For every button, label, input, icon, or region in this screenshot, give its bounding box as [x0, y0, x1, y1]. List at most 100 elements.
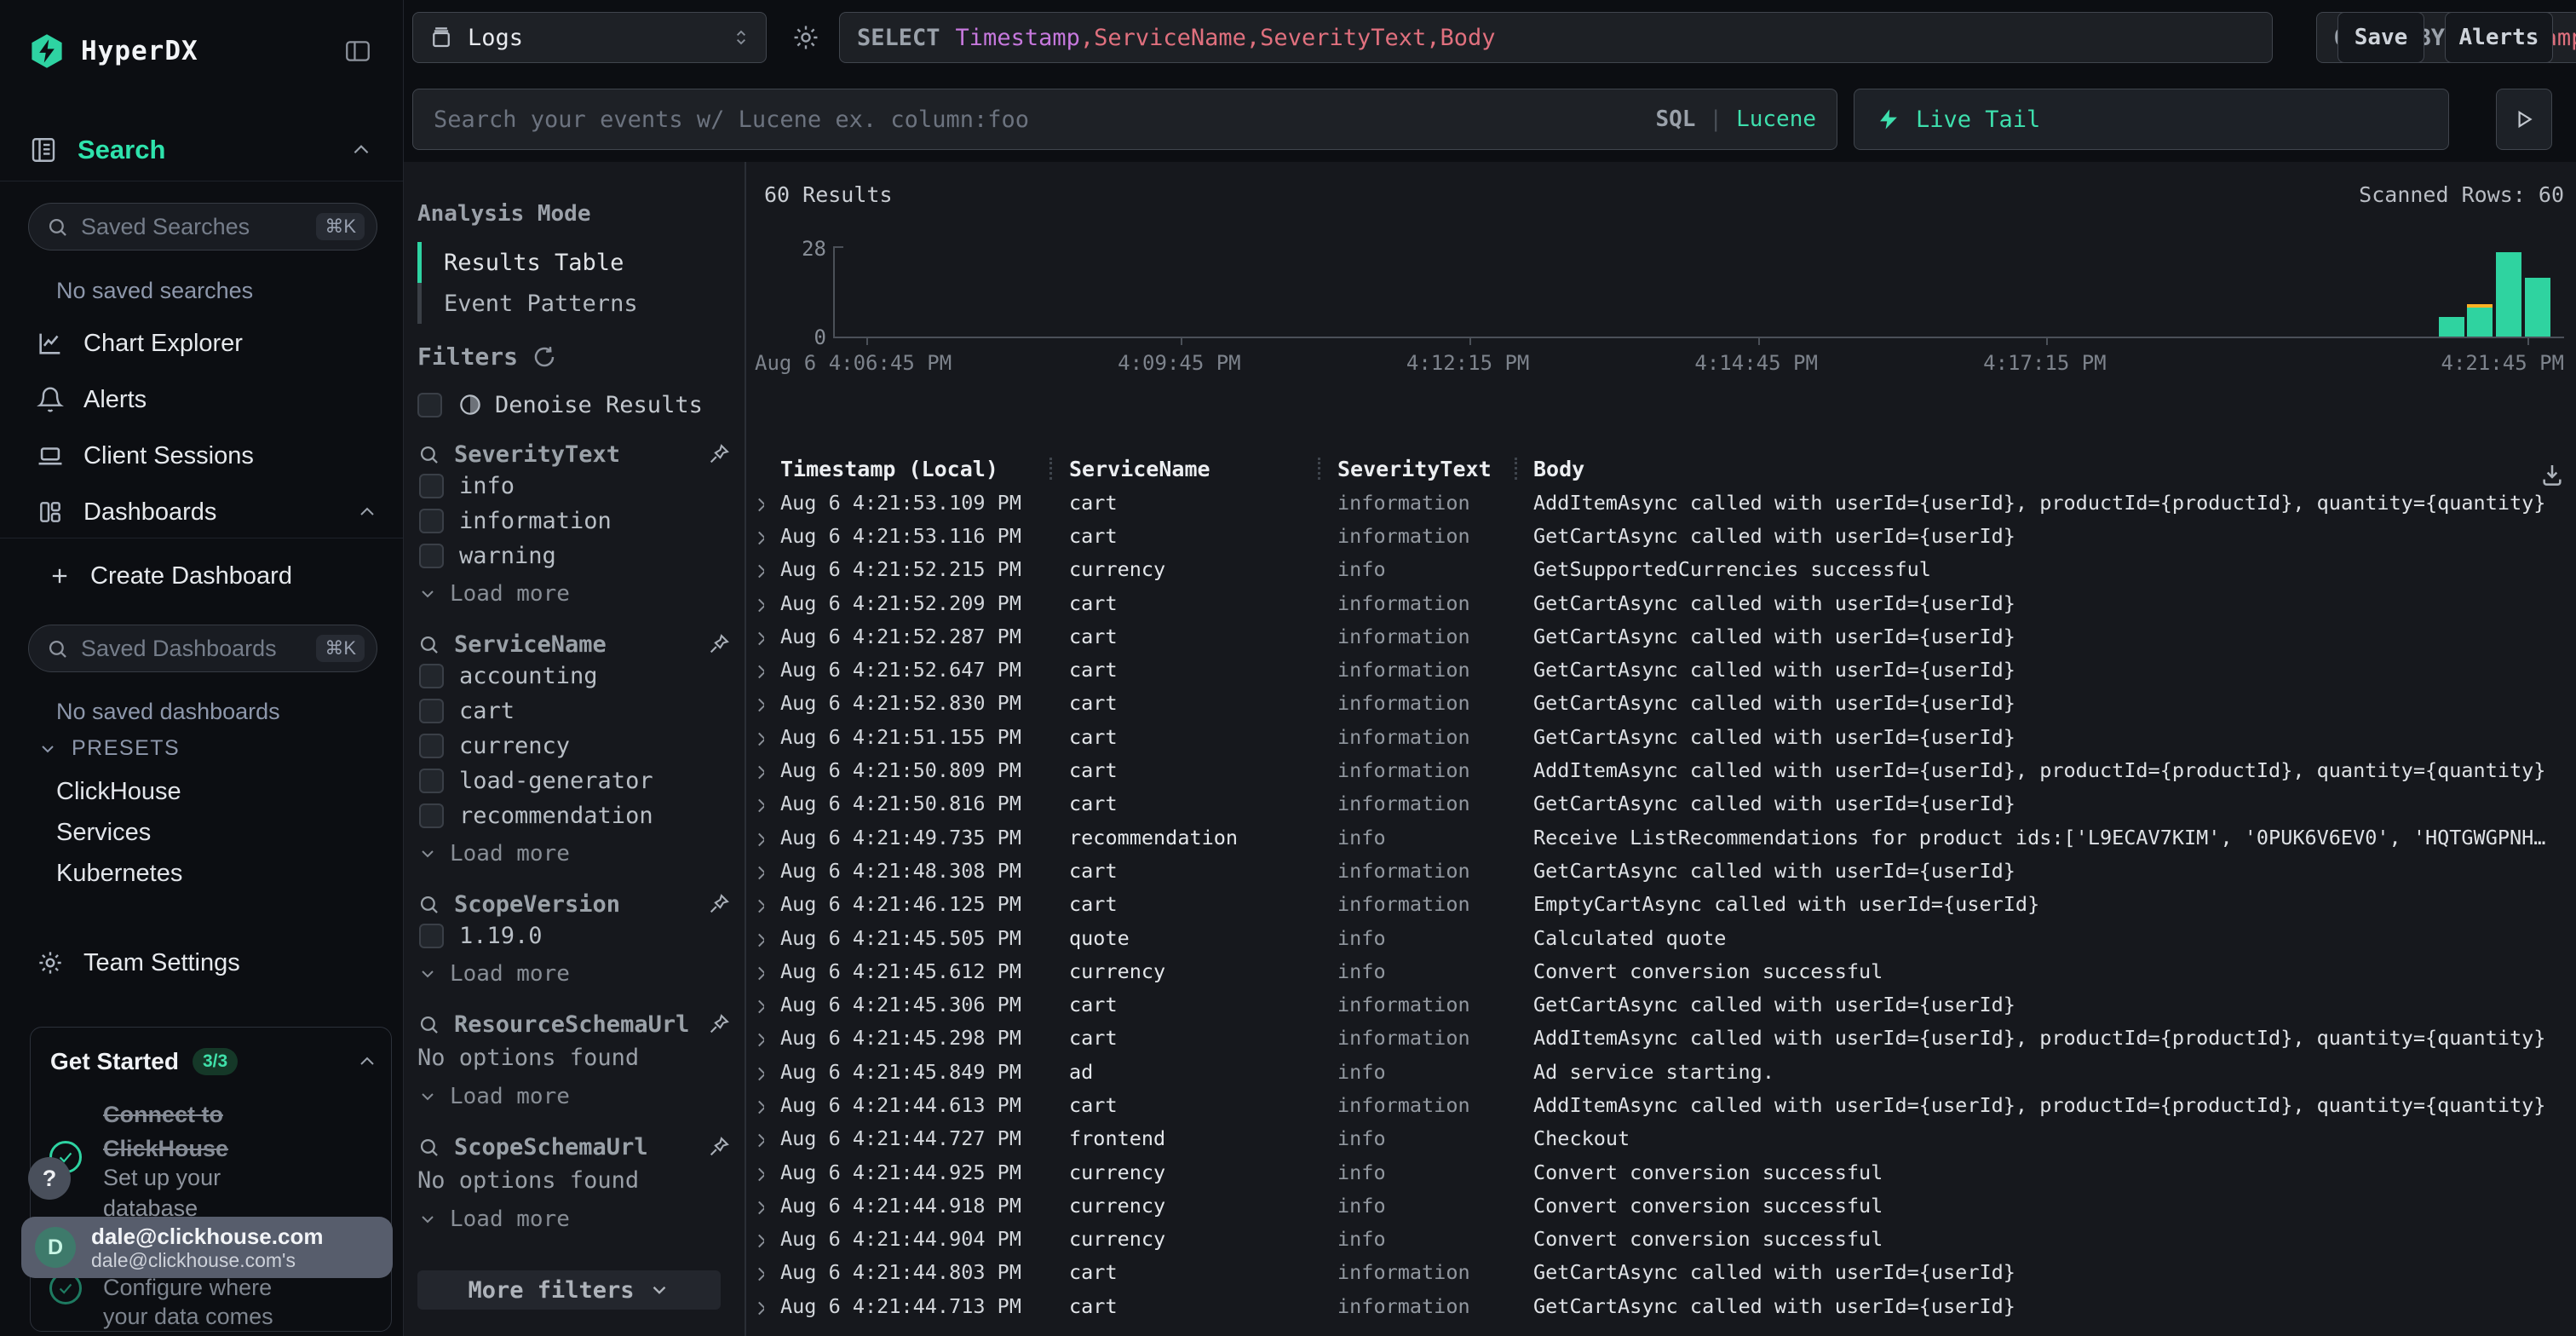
chevron-up-icon[interactable] — [357, 1051, 377, 1072]
run-query-button[interactable] — [2496, 89, 2552, 150]
pin-icon[interactable] — [707, 632, 731, 656]
filter-option[interactable]: 1.19.0 — [417, 918, 731, 953]
table-row[interactable]: Aug 6 4:21:45.306 PMcartinformationGetCa… — [746, 988, 2576, 1021]
table-row[interactable]: Aug 6 4:21:52.209 PMcartinformationGetCa… — [746, 586, 2576, 619]
table-row[interactable]: Aug 6 4:21:50.809 PMcartinformationAddIt… — [746, 753, 2576, 786]
preset-item-clickhouse[interactable]: ClickHouse — [56, 777, 181, 806]
row-expander-icon[interactable] — [755, 1294, 764, 1318]
table-row[interactable]: Aug 6 4:21:45.612 PMcurrencyinfoConvert … — [746, 954, 2576, 988]
row-expander-icon[interactable] — [755, 892, 764, 916]
table-row[interactable]: Aug 6 4:21:53.116 PMcartinformationGetCa… — [746, 519, 2576, 552]
row-expander-icon[interactable] — [755, 725, 764, 749]
checkbox[interactable] — [419, 509, 444, 533]
row-expander-icon[interactable] — [755, 524, 764, 548]
row-expander-icon[interactable] — [755, 557, 764, 581]
column-resize-handle[interactable] — [1515, 458, 1517, 480]
denoise-results-option[interactable]: Denoise Results — [417, 389, 731, 421]
pin-icon[interactable] — [707, 1012, 731, 1036]
row-expander-icon[interactable] — [755, 1126, 764, 1150]
checkbox[interactable] — [419, 474, 444, 498]
row-expander-icon[interactable] — [755, 1160, 764, 1184]
row-expander-icon[interactable] — [755, 993, 764, 1016]
checkbox[interactable] — [419, 734, 444, 758]
checkbox[interactable] — [419, 664, 444, 688]
table-row[interactable]: Aug 6 4:21:44.727 PMfrontendinfoCheckout — [746, 1122, 2576, 1155]
table-row[interactable]: Aug 6 4:21:45.849 PMadinfoAd service sta… — [746, 1055, 2576, 1088]
filter-group-header[interactable]: SeverityText — [417, 440, 731, 469]
table-row[interactable]: Aug 6 4:21:44.713 PMcartinformationGetCa… — [746, 1289, 2576, 1322]
refresh-icon[interactable] — [532, 344, 557, 370]
checkbox[interactable] — [419, 803, 444, 828]
filter-option[interactable]: accounting — [417, 659, 731, 694]
row-expander-icon[interactable] — [755, 792, 764, 815]
more-filters-button[interactable]: More filters — [417, 1270, 721, 1310]
sql-toggle[interactable]: SQL — [1655, 107, 1695, 132]
collapse-sidebar-icon[interactable] — [343, 37, 372, 66]
row-expander-icon[interactable] — [755, 1227, 764, 1251]
row-expander-icon[interactable] — [755, 926, 764, 950]
checkbox[interactable] — [419, 924, 444, 948]
table-row[interactable]: Aug 6 4:21:52.215 PMcurrencyinfoGetSuppo… — [746, 553, 2576, 586]
row-expander-icon[interactable] — [755, 491, 764, 515]
table-row[interactable]: Aug 6 4:21:51.155 PMcartinformationGetCa… — [746, 720, 2576, 753]
row-expander-icon[interactable] — [755, 691, 764, 715]
sidebar-item-alerts[interactable]: Alerts — [36, 381, 377, 418]
saved-dashboards-input[interactable]: Saved Dashboards ⌘K — [28, 625, 377, 672]
presets-toggle[interactable]: PRESETS — [37, 736, 180, 761]
checkbox[interactable] — [417, 393, 442, 418]
lucene-toggle[interactable]: Lucene — [1736, 107, 1816, 132]
checkbox[interactable] — [419, 544, 444, 568]
filter-group-header[interactable]: ResourceSchemaUrl — [417, 1010, 731, 1039]
preset-item-services[interactable]: Services — [56, 818, 151, 847]
column-resize-handle[interactable] — [1318, 458, 1320, 480]
checkbox[interactable] — [419, 699, 444, 723]
table-row[interactable]: Aug 6 4:21:45.298 PMcartinformationAddIt… — [746, 1022, 2576, 1055]
filter-group-header[interactable]: ScopeSchemaUrl — [417, 1132, 731, 1161]
sidebar-item-dashboards[interactable]: Dashboards — [36, 493, 377, 531]
table-row[interactable]: Aug 6 4:21:52.647 PMcartinformationGetCa… — [746, 653, 2576, 686]
row-expander-icon[interactable] — [755, 1260, 764, 1284]
load-more-button[interactable]: Load more — [417, 1080, 731, 1114]
filter-group-header[interactable]: ServiceName — [417, 630, 731, 659]
filter-option[interactable]: currency — [417, 728, 731, 763]
table-row[interactable]: Aug 6 4:21:44.613 PMcartinformationAddIt… — [746, 1088, 2576, 1121]
table-row[interactable]: Aug 6 4:21:52.830 PMcartinformationGetCa… — [746, 687, 2576, 720]
load-more-button[interactable]: Load more — [417, 837, 731, 871]
load-more-button[interactable]: Load more — [417, 957, 731, 991]
sidebar-item-chart-explorer[interactable]: Chart Explorer — [36, 325, 377, 362]
table-row[interactable]: Aug 6 4:21:44.904 PMcurrencyinfoConvert … — [746, 1223, 2576, 1256]
column-header-servicename[interactable]: ServiceName — [1069, 457, 1308, 481]
row-expander-icon[interactable] — [755, 859, 764, 883]
filter-group-header[interactable]: ScopeVersion — [417, 890, 731, 918]
filter-option[interactable]: warning — [417, 538, 731, 573]
table-row[interactable]: Aug 6 4:21:48.308 PMcartinformationGetCa… — [746, 854, 2576, 887]
help-button[interactable]: ? — [28, 1157, 71, 1200]
table-row[interactable]: Aug 6 4:21:44.925 PMcurrencyinfoConvert … — [746, 1155, 2576, 1189]
row-expander-icon[interactable] — [755, 1194, 764, 1218]
column-resize-handle[interactable] — [1049, 458, 1052, 480]
row-expander-icon[interactable] — [755, 591, 764, 615]
filter-option[interactable]: recommendation — [417, 798, 731, 833]
chevron-up-icon[interactable] — [357, 502, 377, 522]
table-row[interactable]: Aug 6 4:21:45.505 PMquoteinfoCalculated … — [746, 921, 2576, 954]
load-more-button[interactable]: Load more — [417, 577, 731, 611]
preset-item-kubernetes[interactable]: Kubernetes — [56, 859, 182, 888]
row-expander-icon[interactable] — [755, 1026, 764, 1050]
row-expander-icon[interactable] — [755, 658, 764, 682]
checkbox[interactable] — [419, 769, 444, 793]
create-dashboard-button[interactable]: Create Dashboard — [48, 561, 292, 591]
table-row[interactable]: Aug 6 4:21:44.803 PMcartinformationGetCa… — [746, 1256, 2576, 1289]
filter-option[interactable]: cart — [417, 694, 731, 728]
row-expander-icon[interactable] — [755, 826, 764, 849]
filter-option[interactable]: load-generator — [417, 763, 731, 798]
table-row[interactable]: Aug 6 4:21:44.918 PMcurrencyinfoConvert … — [746, 1189, 2576, 1222]
column-header-timestamp[interactable]: Timestamp (Local) — [780, 457, 1036, 481]
sidebar-item-team-settings[interactable]: Team Settings — [36, 944, 377, 982]
source-settings-gear-icon[interactable] — [791, 23, 820, 52]
save-button[interactable]: Save — [2337, 12, 2424, 63]
get-started-header[interactable]: Get Started 3/3 — [50, 1048, 377, 1075]
search-section-header[interactable]: Search — [28, 135, 372, 165]
pin-icon[interactable] — [707, 442, 731, 466]
table-row[interactable]: Aug 6 4:21:50.816 PMcartinformationGetCa… — [746, 787, 2576, 821]
row-expander-icon[interactable] — [755, 959, 764, 983]
